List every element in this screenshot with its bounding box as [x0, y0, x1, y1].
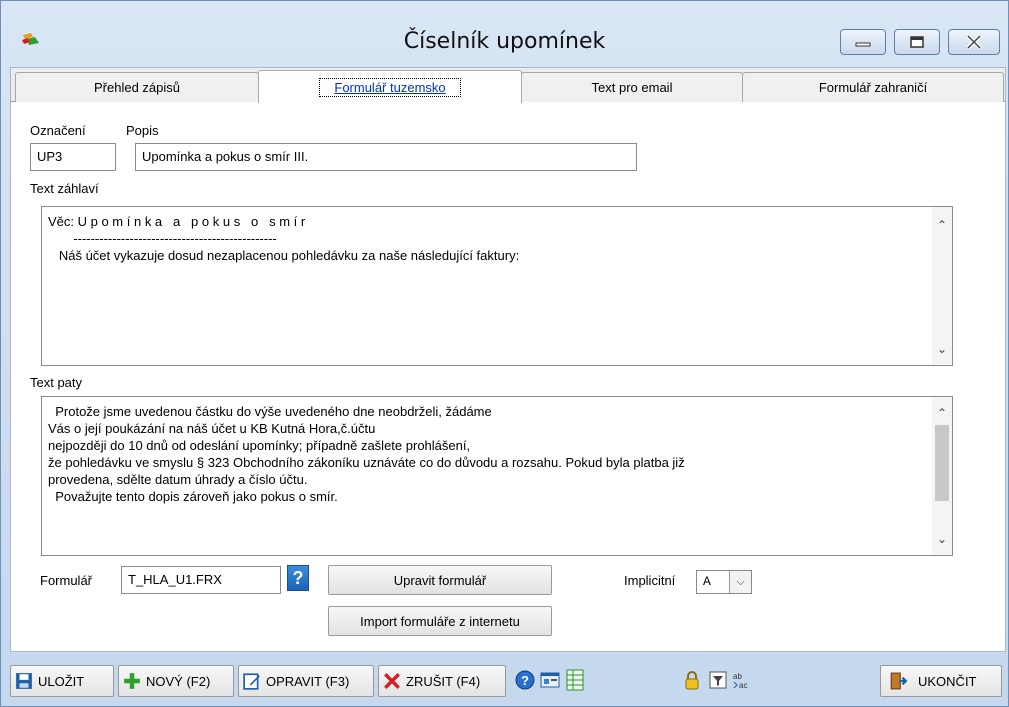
help-button[interactable]: ? [287, 565, 309, 591]
scroll-down-icon[interactable]: ⌄ [932, 529, 952, 549]
tab-text-pro-email[interactable]: Text pro email [521, 72, 743, 102]
header-text-content: Věc: U p o m í n k a a p o k u s o s m í… [48, 214, 520, 263]
scroll-down-icon[interactable]: ⌄ [932, 339, 952, 359]
tab-label: Formulář zahraničí [818, 80, 928, 95]
footer-text-area[interactable]: Protože jsme uvedenou částku do výše uve… [41, 396, 953, 556]
app-window: Číselník upomínek Přehled zápisů Text pr… [0, 0, 1009, 707]
header-text-area[interactable]: Věc: U p o m í n k a a p o k u s o s m í… [41, 206, 953, 366]
exit-button[interactable]: UKONČIT [880, 665, 1002, 697]
minimize-icon [855, 42, 871, 47]
tab-formular-zahranici[interactable]: Formulář zahraničí [742, 72, 1004, 102]
title-bar: Číselník upomínek [1, 1, 1008, 59]
tab-label: Text pro email [591, 80, 673, 95]
chevron-down-icon[interactable]: ⌵ [729, 571, 751, 593]
edit-button[interactable]: OPRAVIT (F3) [238, 665, 374, 697]
tab-formular-tuzemsko[interactable]: Formulář tuzemsko [258, 70, 522, 103]
scroll-up-icon[interactable]: ⌃ [932, 215, 952, 235]
exit-label: UKONČIT [918, 673, 977, 689]
pencil-icon [243, 673, 260, 690]
replace-text-icon[interactable]: ab ac [730, 667, 754, 693]
header-scrollbar[interactable]: ⌃ ⌄ [932, 207, 952, 365]
tab-label: Formulář tuzemsko [319, 77, 461, 97]
edit-label: OPRAVIT (F3) [266, 673, 350, 689]
scroll-thumb[interactable] [935, 425, 949, 501]
implicitni-value: A [703, 574, 711, 589]
footer-scrollbar[interactable]: ⌃ ⌄ [932, 397, 952, 555]
cancel-button[interactable]: ZRUŠIT (F4) [378, 665, 506, 697]
footer-text-label: Text paty [30, 375, 83, 390]
filter-icon[interactable] [706, 667, 730, 693]
minimize-button[interactable] [840, 29, 886, 55]
lock-icon[interactable] [680, 667, 704, 693]
exit-door-icon [890, 672, 907, 690]
tab-prehled-zapisu[interactable]: Přehled zápisů [15, 72, 259, 102]
svg-text:ac: ac [739, 681, 747, 690]
scroll-up-icon[interactable]: ⌃ [932, 403, 952, 423]
formular-label: Formulář [40, 573, 93, 588]
new-button[interactable]: NOVÝ (F2) [118, 665, 234, 697]
save-icon [16, 673, 32, 689]
oznaceni-label: Označení [30, 123, 86, 138]
implicitni-select[interactable]: A ⌵ [696, 570, 752, 594]
maximize-icon [910, 36, 924, 48]
maximize-button[interactable] [894, 29, 940, 55]
new-label: NOVÝ (F2) [146, 673, 211, 689]
svg-text:?: ? [521, 673, 529, 688]
header-text-label: Text záhlaví [30, 181, 99, 196]
cancel-label: ZRUŠIT (F4) [406, 673, 481, 689]
upravit-formular-button[interactable]: Upravit formulář [328, 565, 552, 595]
tab-strip: Přehled zápisů Text pro email Formulář z… [11, 68, 1005, 103]
implicitni-label: Implicitní [624, 573, 676, 588]
oznaceni-field[interactable]: UP3 [30, 143, 116, 171]
bottom-toolbar: ULOŽIT NOVÝ (F2) OPRAVIT (F3) ZRUŠIT (F4… [10, 661, 1006, 701]
save-label: ULOŽIT [38, 673, 85, 689]
help-icon: ? [292, 567, 304, 588]
cross-icon [384, 673, 400, 689]
plus-icon [124, 673, 140, 689]
id-card-icon[interactable] [538, 667, 562, 693]
help-circle-icon[interactable]: ? [513, 667, 537, 693]
close-button[interactable] [948, 29, 1000, 55]
popis-field[interactable]: Upomínka a pokus o smír III. [135, 143, 637, 171]
spreadsheet-icon[interactable] [563, 667, 587, 693]
popis-label: Popis [126, 123, 159, 138]
client-area: Přehled zápisů Text pro email Formulář z… [10, 67, 1006, 652]
svg-text:ab: ab [733, 672, 742, 681]
close-icon [966, 34, 982, 50]
save-button[interactable]: ULOŽIT [10, 665, 114, 697]
footer-text-content: Protože jsme uvedenou částku do výše uve… [48, 404, 685, 504]
formular-field[interactable]: T_HLA_U1.FRX [121, 566, 281, 594]
tab-label: Přehled zápisů [94, 80, 180, 95]
import-formulare-button[interactable]: Import formuláře z internetu [328, 606, 552, 636]
